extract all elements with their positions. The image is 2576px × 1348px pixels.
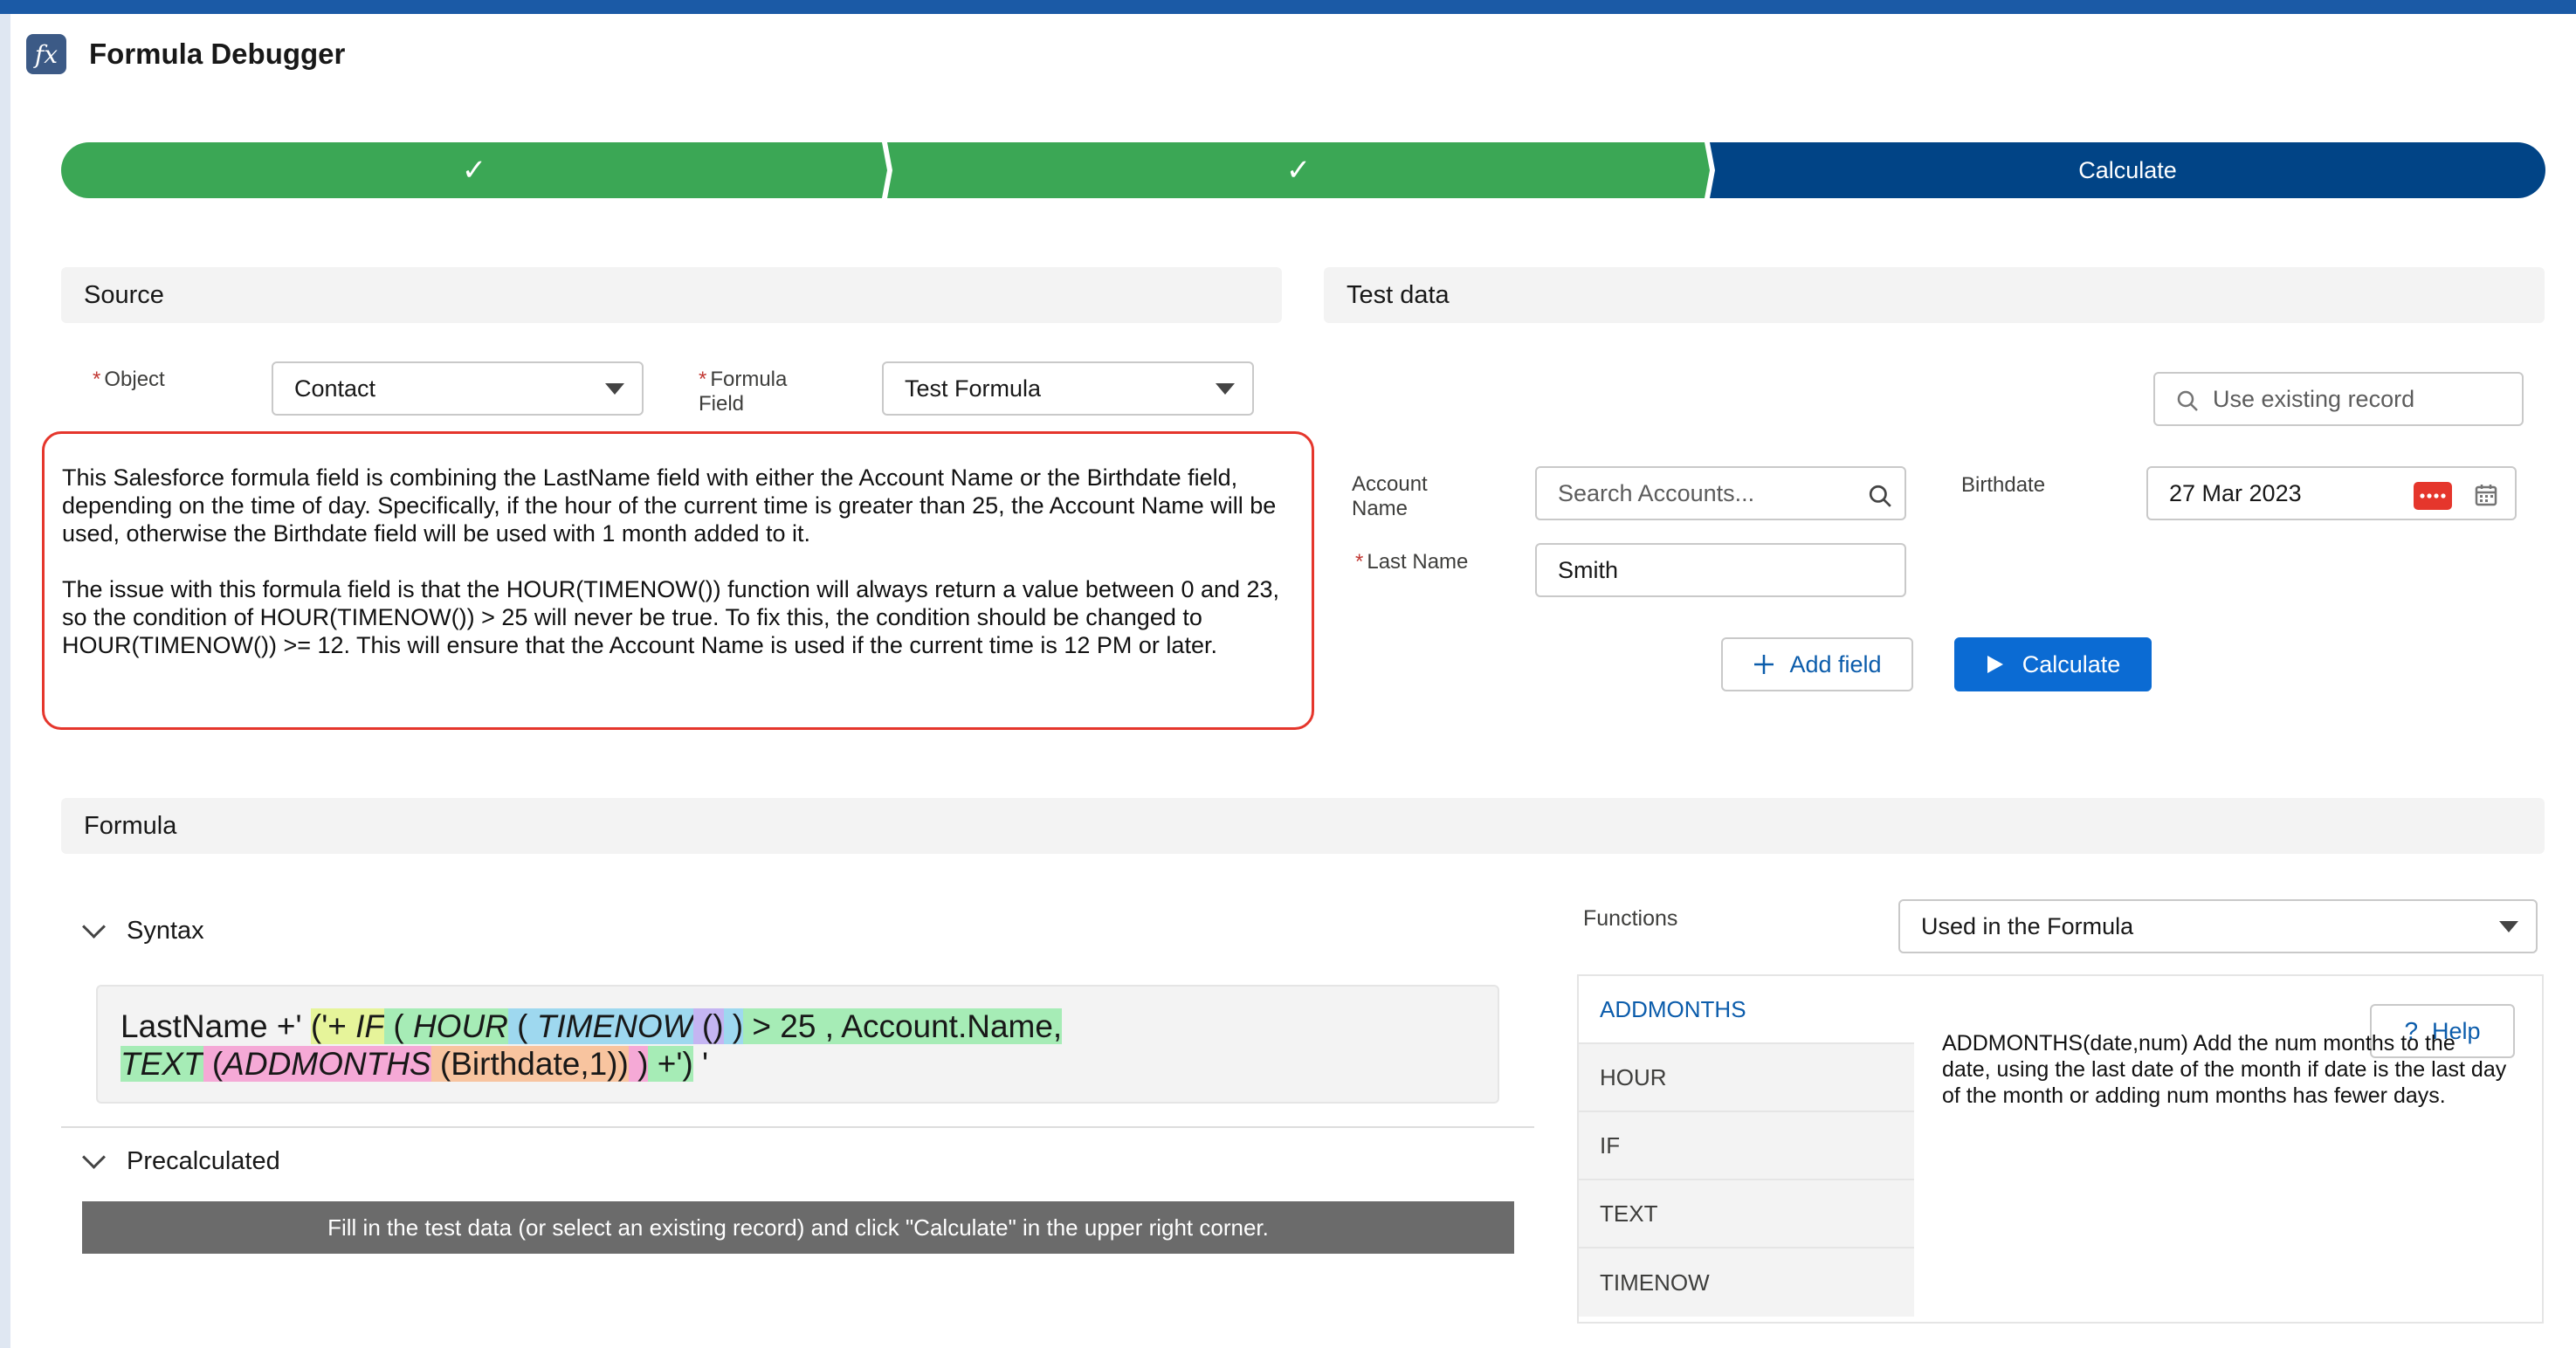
plus-icon: [1754, 655, 1774, 674]
syntax-token: HOUR: [412, 1008, 508, 1044]
calculate-label: Calculate: [2022, 650, 2121, 677]
path-step-calculate[interactable]: Calculate: [1710, 142, 2545, 198]
chevron-down-icon: [1216, 383, 1235, 395]
password-dots-icon[interactable]: [2414, 482, 2452, 510]
calculate-button[interactable]: Calculate: [1954, 637, 2152, 691]
app-header: fx Formula Debugger: [26, 30, 345, 79]
precalculated-label: Precalculated: [127, 1147, 280, 1175]
functions-filter-select[interactable]: Used in the Formula: [1898, 899, 2538, 953]
syntax-token: ': [692, 1046, 709, 1082]
function-item-timenow[interactable]: TIMENOW: [1579, 1248, 1914, 1317]
syntax-toggle[interactable]: Syntax: [82, 915, 204, 946]
chevron-down-icon: [2499, 921, 2518, 932]
function-item-if[interactable]: IF: [1579, 1112, 1914, 1180]
object-select[interactable]: Contact: [272, 361, 644, 416]
last-name-value: Smith: [1558, 556, 1619, 583]
chevron-down-icon: [82, 915, 106, 939]
page-title: Formula Debugger: [89, 38, 346, 70]
syntax-token: ): [628, 1046, 649, 1082]
syntax-line-1: LastName +' ('+ IF ( HOUR ( TIMENOW () )…: [121, 1008, 1475, 1045]
syntax-token: +'): [648, 1046, 693, 1082]
syntax-token: LastName +': [121, 1008, 311, 1044]
formula-field-select[interactable]: Test Formula: [882, 361, 1254, 416]
explanation-paragraph-2: The issue with this formula field is tha…: [62, 576, 1280, 658]
account-search-placeholder: Search Accounts...: [1558, 479, 1755, 506]
formula-icon: fx: [26, 34, 66, 74]
existing-record-placeholder: Use existing record: [2213, 385, 2415, 412]
precalculated-toggle[interactable]: Precalculated: [82, 1145, 280, 1176]
functions-label: Functions: [1583, 906, 1678, 931]
search-icon: [2177, 390, 2198, 411]
function-item-text[interactable]: TEXT: [1579, 1180, 1914, 1248]
search-icon: [1869, 485, 1891, 507]
object-select-value: Contact: [294, 375, 376, 402]
syntax-token: (: [507, 1008, 537, 1044]
functions-filter-value: Used in the Formula: [1921, 912, 2134, 939]
syntax-token: (): [692, 1008, 724, 1044]
existing-record-search[interactable]: Use existing record: [2153, 372, 2524, 426]
chevron-down-icon: [605, 383, 624, 395]
required-marker: *: [699, 368, 707, 391]
birthdate-label: Birthdate: [1961, 473, 2046, 497]
syntax-token: > 25 , Account.Name,: [743, 1008, 1063, 1044]
syntax-token: IF: [355, 1008, 385, 1044]
birthdate-input[interactable]: 27 Mar 2023: [2146, 466, 2517, 520]
syntax-token: TEXT: [121, 1046, 203, 1082]
formula-syntax-display: LastName +' ('+ IF ( HOUR ( TIMENOW () )…: [96, 985, 1499, 1104]
syntax-token: ('+: [310, 1008, 356, 1044]
syntax-label: Syntax: [127, 917, 204, 945]
formula-section-header: Formula: [61, 798, 2545, 854]
syntax-token: ADDMONTHS: [223, 1046, 431, 1082]
top-banner: [0, 0, 2576, 14]
formula-field-select-value: Test Formula: [905, 375, 1042, 402]
syntax-token: ): [723, 1008, 744, 1044]
function-item-hour[interactable]: HOUR: [1579, 1044, 1914, 1112]
explanation-paragraph-1: This Salesforce formula field is combini…: [62, 464, 1277, 547]
function-item-addmonths[interactable]: ADDMONTHS: [1579, 976, 1914, 1044]
path-step-1[interactable]: ✓: [61, 142, 887, 198]
test-data-section-header: Test data: [1324, 267, 2545, 323]
object-label: * Object: [93, 368, 165, 391]
formula-field-label: * Formula Field: [699, 368, 788, 416]
syntax-token: (Birthdate,1)): [430, 1046, 629, 1082]
birthdate-value: 27 Mar 2023: [2169, 479, 2302, 506]
syntax-token: (: [203, 1046, 224, 1082]
add-field-button[interactable]: Add field: [1721, 637, 1913, 691]
account-search-input[interactable]: Search Accounts...: [1535, 466, 1906, 520]
syntax-token: (: [384, 1008, 413, 1044]
required-marker: *: [1355, 550, 1364, 574]
play-icon: [1987, 656, 2003, 673]
functions-panel: ADDMONTHS HOUR IF TEXT TIMENOW ? Help AD…: [1577, 974, 2544, 1324]
progress-path: ✓ ✓ Calculate: [61, 142, 2545, 198]
syntax-token: TIMENOW: [536, 1008, 693, 1044]
chevron-down-icon: [82, 1145, 106, 1169]
formula-explanation-box: This Salesforce formula field is combini…: [42, 431, 1314, 730]
add-field-label: Add field: [1789, 650, 1882, 677]
syntax-line-2: TEXT (ADDMONTHS (Birthdate,1)) ) +') ': [121, 1045, 1475, 1083]
precalculated-message: Fill in the test data (or select an exis…: [82, 1201, 1514, 1254]
functions-list: ADDMONTHS HOUR IF TEXT TIMENOW: [1579, 976, 1914, 1322]
account-name-label: Account Name: [1352, 472, 1428, 520]
required-marker: *: [93, 368, 101, 391]
path-step-2[interactable]: ✓: [887, 142, 1710, 198]
section-divider: [61, 1126, 1534, 1128]
function-description: ADDMONTHS(date,num) Add the num months t…: [1942, 1031, 2507, 1108]
source-section-header: Source: [61, 267, 1282, 323]
calendar-icon[interactable]: [2475, 484, 2497, 506]
last-name-label: * Last Name: [1355, 550, 1469, 574]
last-name-input[interactable]: Smith: [1535, 543, 1906, 597]
left-edge: [0, 14, 10, 1348]
